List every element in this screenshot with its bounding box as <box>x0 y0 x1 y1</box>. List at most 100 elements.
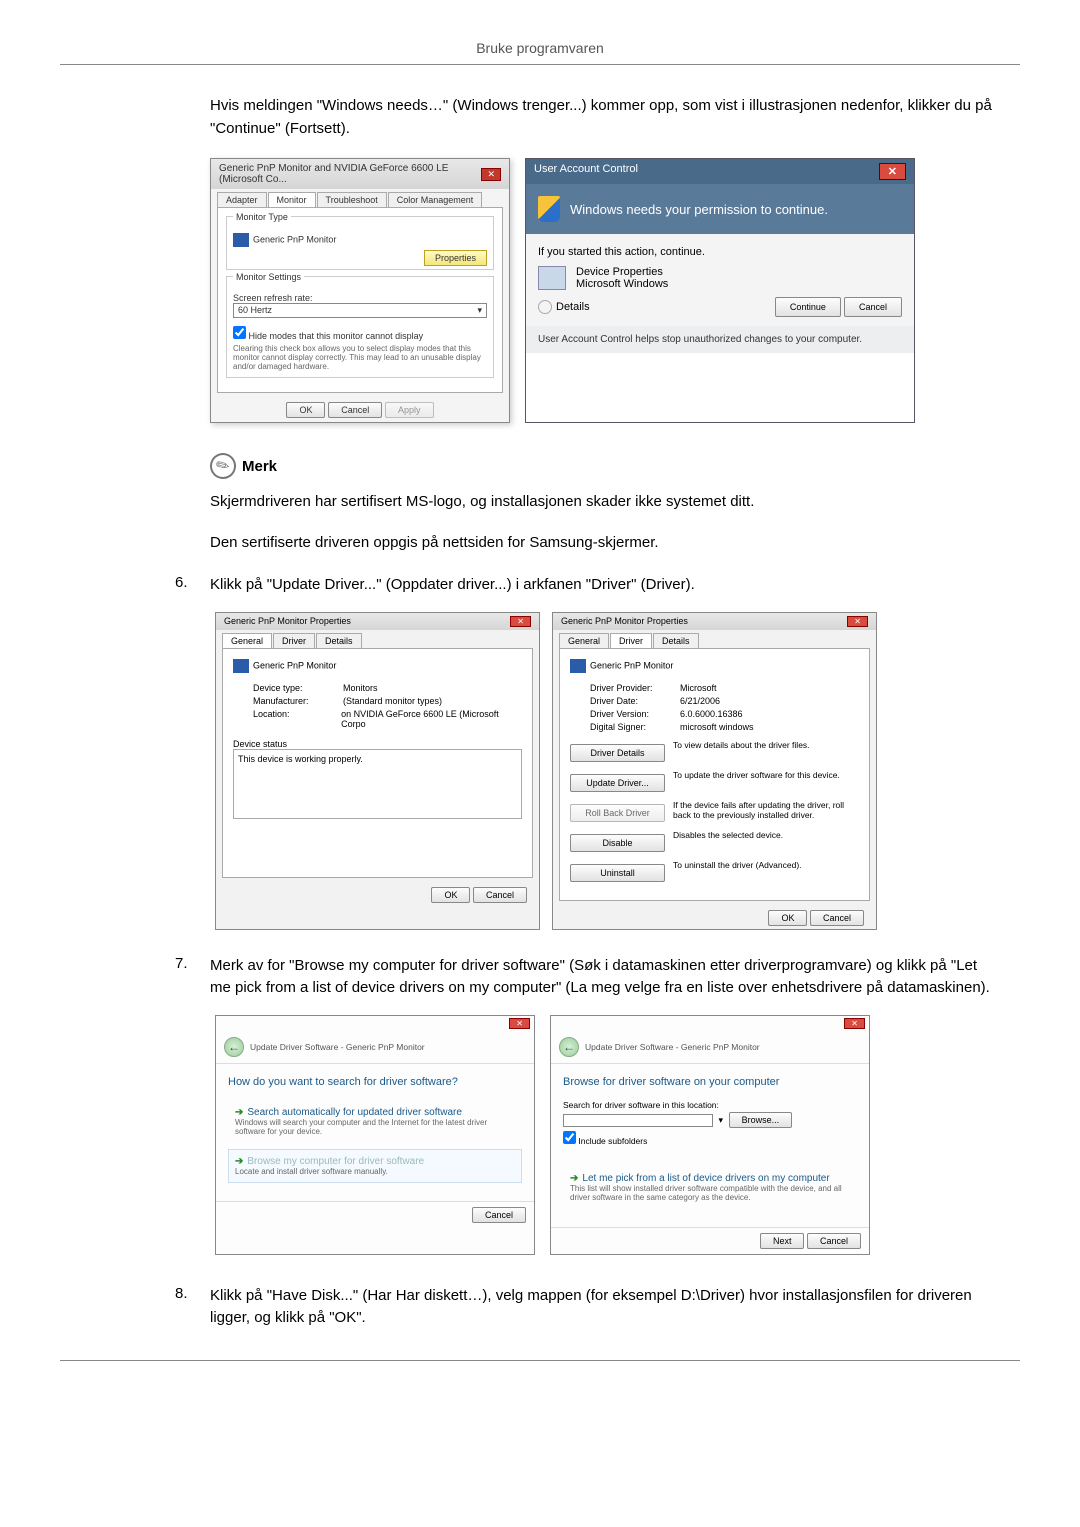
monitor-name: Generic PnP Monitor <box>253 234 336 244</box>
step6-text: Klikk på "Update Driver..." (Oppdater dr… <box>210 574 1000 597</box>
tab-driver[interactable]: Driver <box>610 633 652 648</box>
hide-modes-label: Hide modes that this monitor cannot disp… <box>249 331 424 341</box>
monitor-properties-driver: Generic PnP Monitor Properties ✕ General… <box>552 612 877 930</box>
step-number: 8. <box>175 1285 210 1330</box>
device-status-label: Device status <box>233 739 522 749</box>
refresh-rate-value: 60 Hertz <box>238 305 272 316</box>
cancel-button[interactable]: Cancel <box>328 402 382 418</box>
ok-button[interactable]: OK <box>768 910 807 926</box>
device-status-box: This device is working properly. <box>233 749 522 819</box>
monitor-icon <box>233 659 249 673</box>
update-driver-button[interactable]: Update Driver... <box>570 774 665 792</box>
tab-details[interactable]: Details <box>653 633 699 648</box>
uac-details-link[interactable]: Details <box>556 301 590 313</box>
option-title: Browse my computer for driver software <box>247 1156 424 1167</box>
shield-icon <box>538 196 560 222</box>
cancel-button[interactable]: Cancel <box>472 1207 526 1223</box>
include-subfolders-label: Include subfolders <box>578 1136 647 1146</box>
update-driver-wizard-2: ✕ ← Update Driver Software - Generic PnP… <box>550 1015 870 1255</box>
tab-general[interactable]: General <box>559 633 609 648</box>
device-type-value: Monitors <box>343 683 378 693</box>
hide-modes-desc: Clearing this check box allows you to se… <box>233 344 487 371</box>
update-driver-wizard-1: ✕ ← Update Driver Software - Generic PnP… <box>215 1015 535 1255</box>
arrow-icon: ➔ <box>235 1156 243 1167</box>
close-icon[interactable]: ✕ <box>481 168 501 181</box>
close-icon[interactable]: ✕ <box>844 1018 865 1029</box>
back-icon[interactable]: ← <box>224 1037 244 1057</box>
tab-color-management[interactable]: Color Management <box>388 192 483 207</box>
dialog-title-text: Generic PnP Monitor and NVIDIA GeForce 6… <box>219 163 481 185</box>
wizard-breadcrumb: Update Driver Software - Generic PnP Mon… <box>585 1042 760 1052</box>
close-icon[interactable]: ✕ <box>510 616 531 627</box>
uac-device-text: Device Properties <box>576 266 668 278</box>
intro-paragraph: Hvis meldingen "Windows needs…" (Windows… <box>210 95 1000 140</box>
monitor-icon <box>233 233 249 247</box>
monitor-name: Generic PnP Monitor <box>253 660 336 670</box>
wizard-heading: Browse for driver software on your compu… <box>563 1076 857 1088</box>
tab-driver[interactable]: Driver <box>273 633 315 648</box>
screenshot-row-2: Generic PnP Monitor Properties ✕ General… <box>215 612 1000 930</box>
uninstall-desc: To uninstall the driver (Advanced). <box>673 860 859 870</box>
cancel-button[interactable]: Cancel <box>844 297 902 317</box>
cancel-button[interactable]: Cancel <box>810 910 864 926</box>
close-icon[interactable]: ✕ <box>847 616 868 627</box>
tab-adapter[interactable]: Adapter <box>217 192 267 207</box>
date-value: 6/21/2006 <box>680 696 720 706</box>
rollback-button: Roll Back Driver <box>570 804 665 822</box>
cancel-button[interactable]: Cancel <box>807 1233 861 1249</box>
refresh-rate-label: Screen refresh rate: <box>233 293 487 303</box>
screenshot-row-1: Generic PnP Monitor and NVIDIA GeForce 6… <box>210 158 1000 423</box>
monitor-type-label: Monitor Type <box>233 212 291 222</box>
rollback-desc: If the device fails after updating the d… <box>673 800 859 820</box>
option-desc: Locate and install driver software manua… <box>235 1167 515 1176</box>
tab-details[interactable]: Details <box>316 633 362 648</box>
manufacturer-label: Manufacturer: <box>253 696 343 706</box>
pencil-icon: ✎ <box>205 448 241 484</box>
close-icon[interactable]: ✕ <box>509 1018 530 1029</box>
cancel-button[interactable]: Cancel <box>473 887 527 903</box>
uac-started-text: If you started this action, continue. <box>538 246 902 258</box>
disable-button[interactable]: Disable <box>570 834 665 852</box>
continue-button[interactable]: Continue <box>775 297 841 317</box>
wizard-heading: How do you want to search for driver sof… <box>228 1076 522 1088</box>
browse-button[interactable]: Browse... <box>729 1112 793 1128</box>
properties-button[interactable]: Properties <box>424 250 487 266</box>
monitor-name: Generic PnP Monitor <box>590 660 673 670</box>
ok-button[interactable]: OK <box>431 887 470 903</box>
path-input[interactable] <box>563 1114 713 1127</box>
uac-banner-text: Windows needs your permission to continu… <box>570 202 828 217</box>
device-type-label: Device type: <box>253 683 343 693</box>
wizard-breadcrumb: Update Driver Software - Generic PnP Mon… <box>250 1042 425 1052</box>
note-line-2: Den sertifiserte driveren oppgis på nett… <box>210 532 1000 555</box>
ok-button[interactable]: OK <box>286 402 325 418</box>
tab-monitor[interactable]: Monitor <box>268 192 316 207</box>
driver-details-button[interactable]: Driver Details <box>570 744 665 762</box>
close-icon[interactable]: ✕ <box>879 163 906 180</box>
hide-modes-checkbox[interactable] <box>233 326 246 339</box>
next-button[interactable]: Next <box>760 1233 805 1249</box>
driver-details-desc: To view details about the driver files. <box>673 740 859 750</box>
chevron-down-icon[interactable] <box>538 300 552 314</box>
update-driver-desc: To update the driver software for this d… <box>673 770 859 780</box>
location-value: on NVIDIA GeForce 6600 LE (Microsoft Cor… <box>341 709 522 729</box>
page-title: Bruke programvaren <box>60 40 1020 65</box>
wizard-option-pick[interactable]: ➔Let me pick from a list of device drive… <box>563 1166 857 1209</box>
uac-windows-text: Microsoft Windows <box>576 278 668 290</box>
wizard-option-browse[interactable]: ➔Browse my computer for driver software … <box>228 1149 522 1183</box>
step8-text: Klikk på "Have Disk..." (Har Har diskett… <box>210 1285 1000 1330</box>
footer-divider <box>60 1360 1020 1361</box>
version-label: Driver Version: <box>590 709 680 719</box>
tab-general[interactable]: General <box>222 633 272 648</box>
signer-label: Digital Signer: <box>590 722 680 732</box>
uninstall-button[interactable]: Uninstall <box>570 864 665 882</box>
refresh-rate-select[interactable]: 60 Hertz ▾ <box>233 303 487 318</box>
back-icon[interactable]: ← <box>559 1037 579 1057</box>
note-line-1: Skjermdriveren har sertifisert MS-logo, … <box>210 491 1000 514</box>
uac-title-text: User Account Control <box>534 163 638 180</box>
chevron-down-icon[interactable]: ▾ <box>719 1115 724 1125</box>
tab-troubleshoot[interactable]: Troubleshoot <box>317 192 387 207</box>
option-desc: This list will show installed driver sof… <box>570 1184 850 1202</box>
wizard-option-auto[interactable]: ➔Search automatically for updated driver… <box>228 1100 522 1143</box>
include-subfolders-checkbox[interactable] <box>563 1131 576 1144</box>
note-title: Merk <box>242 458 277 475</box>
